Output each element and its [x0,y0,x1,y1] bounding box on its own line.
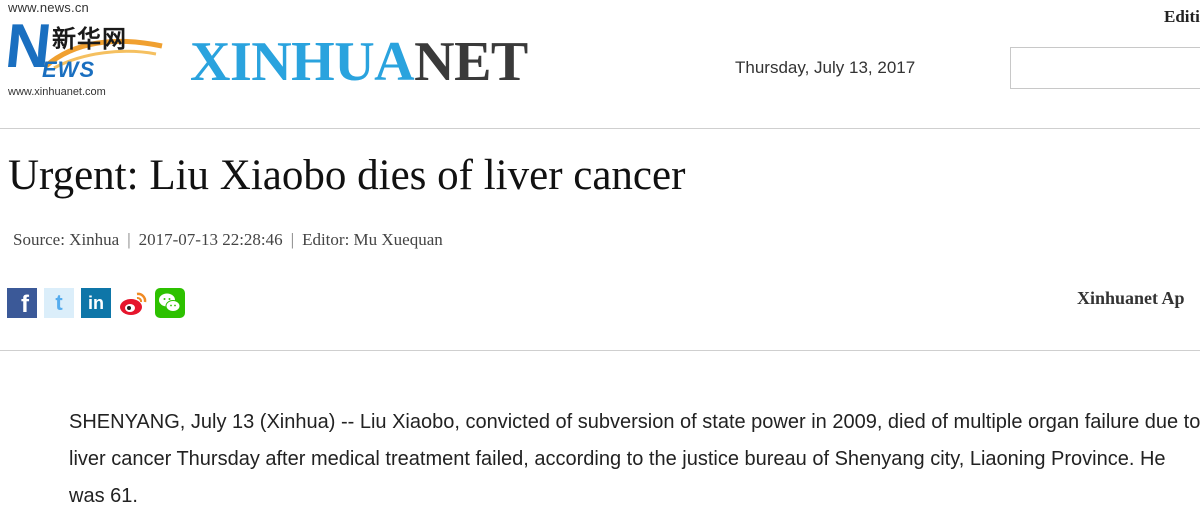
twitter-icon[interactable]: t [44,288,74,318]
twitter-glyph: t [55,290,63,315]
article-editor: Editor: Mu Xuequan [302,230,443,249]
wechat-icon[interactable] [155,288,185,318]
linkedin-glyph: in [88,293,104,313]
weibo-icon[interactable] [118,288,148,318]
article-meta: Source: Xinhua | 2017-07-13 22:28:46 | Edito… [13,230,443,250]
facebook-glyph: f [21,291,29,318]
article-headline: Urgent: Liu Xiaobo dies of liver cancer [8,152,686,199]
brand-part-xinhua: XINHUA [190,31,415,93]
xinhuanet-wordmark[interactable]: XINHUANET [190,30,528,94]
linkedin-icon[interactable]: in [81,288,111,318]
meta-separator: | [127,230,131,249]
search-input[interactable] [1010,47,1200,89]
header-date: Thursday, July 13, 2017 [735,58,916,77]
logo-ews: EWS [42,57,96,82]
share-bar: f t in [7,288,185,318]
facebook-icon[interactable]: f [7,288,37,318]
header-divider [0,128,1200,129]
logo-url-bottom: www.xinhuanet.com [8,86,106,98]
article-body-paragraph: SHENYANG, July 13 (Xinhua) -- Liu Xiaobo… [69,411,1200,507]
xinhuanet-app-link[interactable]: Xinhuanet Ap [1077,288,1185,309]
article-source: Source: Xinhua [13,230,120,249]
wechat-svg [159,293,181,312]
logo-chinese-text: 新华网 [52,25,127,53]
xinhua-logo[interactable]: www.news.cn N 新华网 EWS www.xinhuanet.com [0,0,180,105]
article-divider [0,350,1200,351]
article-datetime: 2017-07-13 22:28:46 [138,230,283,249]
weibo-svg [120,292,147,315]
meta-separator: | [290,230,295,249]
brand-part-net: NET [414,31,528,93]
edition-selector[interactable]: Editi [1164,7,1200,27]
